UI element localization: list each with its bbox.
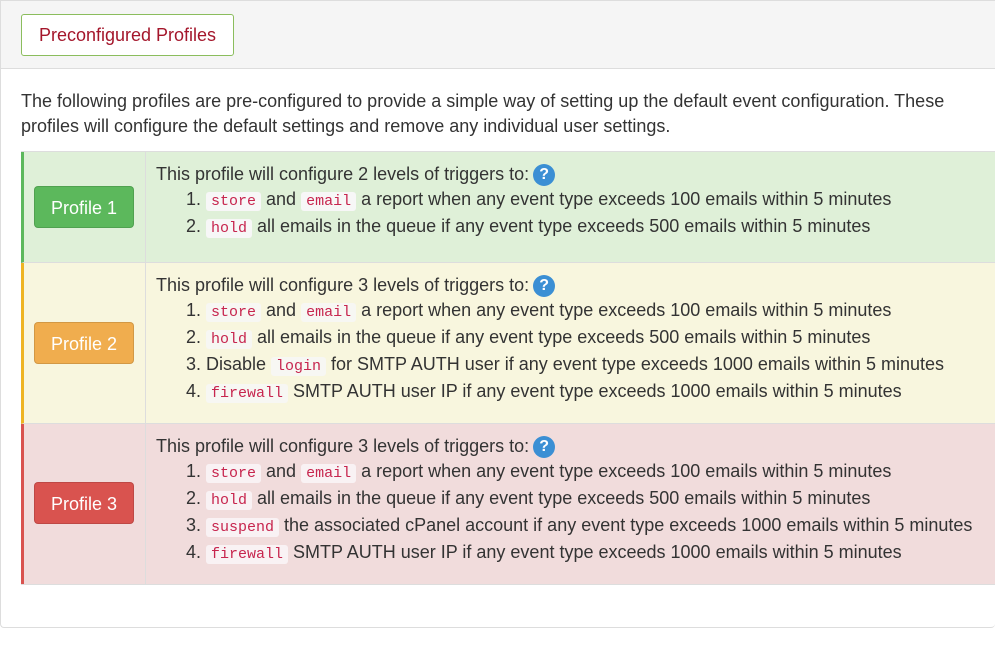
list-item-text: and — [261, 461, 302, 481]
list-item-text: a report when any event type exceeds 100… — [356, 300, 892, 320]
list-item-text: all emails in the queue if any event typ… — [252, 216, 871, 236]
profile-2-title: This profile will configure 3 levels of … — [156, 275, 530, 295]
list-item-text: Disable — [206, 354, 272, 374]
list-item: store and email a report when any event … — [206, 187, 995, 214]
code-hold: hold — [206, 491, 253, 510]
question-circle-icon[interactable]: ? — [533, 163, 556, 186]
question-circle-icon[interactable]: ? — [533, 274, 556, 297]
profile-3-button[interactable]: Profile 3 — [34, 482, 134, 524]
list-item-text: the associated cPanel account if any eve… — [279, 515, 973, 535]
code-login: login — [271, 357, 327, 376]
list-item: suspend the associated cPanel account if… — [206, 513, 995, 540]
profile-3-description: This profile will configure 3 levels of … — [146, 424, 995, 584]
profiles-panel: Preconfigured Profiles The following pro… — [0, 0, 995, 628]
code-firewall: firewall — [206, 384, 289, 403]
profile-3-button-cell: Profile 3 — [24, 424, 146, 584]
list-item-text: all emails in the queue if any event typ… — [252, 327, 871, 347]
list-item-text: and — [261, 189, 302, 209]
profile-row-2: Profile 2 This profile will configure 3 … — [21, 263, 995, 424]
panel-heading: Preconfigured Profiles — [1, 1, 995, 69]
profile-2-button-cell: Profile 2 — [24, 263, 146, 423]
code-suspend: suspend — [206, 518, 280, 537]
code-store: store — [206, 464, 262, 483]
list-item-text: SMTP AUTH user IP if any event type exce… — [288, 381, 902, 401]
code-store: store — [206, 303, 262, 322]
question-circle-icon[interactable]: ? — [533, 435, 556, 458]
list-item: hold all emails in the queue if any even… — [206, 486, 995, 513]
code-hold: hold — [206, 330, 253, 349]
preconfigured-profiles-button[interactable]: Preconfigured Profiles — [21, 14, 234, 56]
list-item-text: a report when any event type exceeds 100… — [356, 461, 892, 481]
code-hold: hold — [206, 219, 253, 238]
list-item: store and email a report when any event … — [206, 459, 995, 486]
code-firewall: firewall — [206, 545, 289, 564]
profile-1-title: This profile will configure 2 levels of … — [156, 164, 530, 184]
profiles-table: Profile 1 This profile will configure 2 … — [21, 151, 995, 585]
profile-row-1: Profile 1 This profile will configure 2 … — [21, 152, 995, 263]
profile-2-button[interactable]: Profile 2 — [34, 322, 134, 364]
list-item-text: all emails in the queue if any event typ… — [252, 488, 871, 508]
list-item: store and email a report when any event … — [206, 298, 995, 325]
code-email: email — [301, 192, 357, 211]
profile-1-button[interactable]: Profile 1 — [34, 186, 134, 228]
list-item: hold all emails in the queue if any even… — [206, 214, 995, 241]
list-item: firewall SMTP AUTH user IP if any event … — [206, 379, 995, 406]
intro-text: The following profiles are pre-configure… — [21, 91, 945, 136]
profile-row-3: Profile 3 This profile will configure 3 … — [21, 424, 995, 584]
code-store: store — [206, 192, 262, 211]
code-email: email — [301, 303, 357, 322]
list-item-text: for SMTP AUTH user if any event type exc… — [326, 354, 944, 374]
list-item-text: SMTP AUTH user IP if any event type exce… — [288, 542, 902, 562]
list-item: hold all emails in the queue if any even… — [206, 325, 995, 352]
list-item-text: a report when any event type exceeds 100… — [356, 189, 892, 209]
list-item: firewall SMTP AUTH user IP if any event … — [206, 540, 995, 567]
profile-2-description: This profile will configure 3 levels of … — [146, 263, 995, 423]
profile-3-title: This profile will configure 3 levels of … — [156, 436, 530, 456]
list-item: Disable login for SMTP AUTH user if any … — [206, 352, 995, 379]
profile-1-button-cell: Profile 1 — [24, 152, 146, 262]
profile-1-description: This profile will configure 2 levels of … — [146, 152, 995, 262]
list-item-text: and — [261, 300, 302, 320]
code-email: email — [301, 464, 357, 483]
